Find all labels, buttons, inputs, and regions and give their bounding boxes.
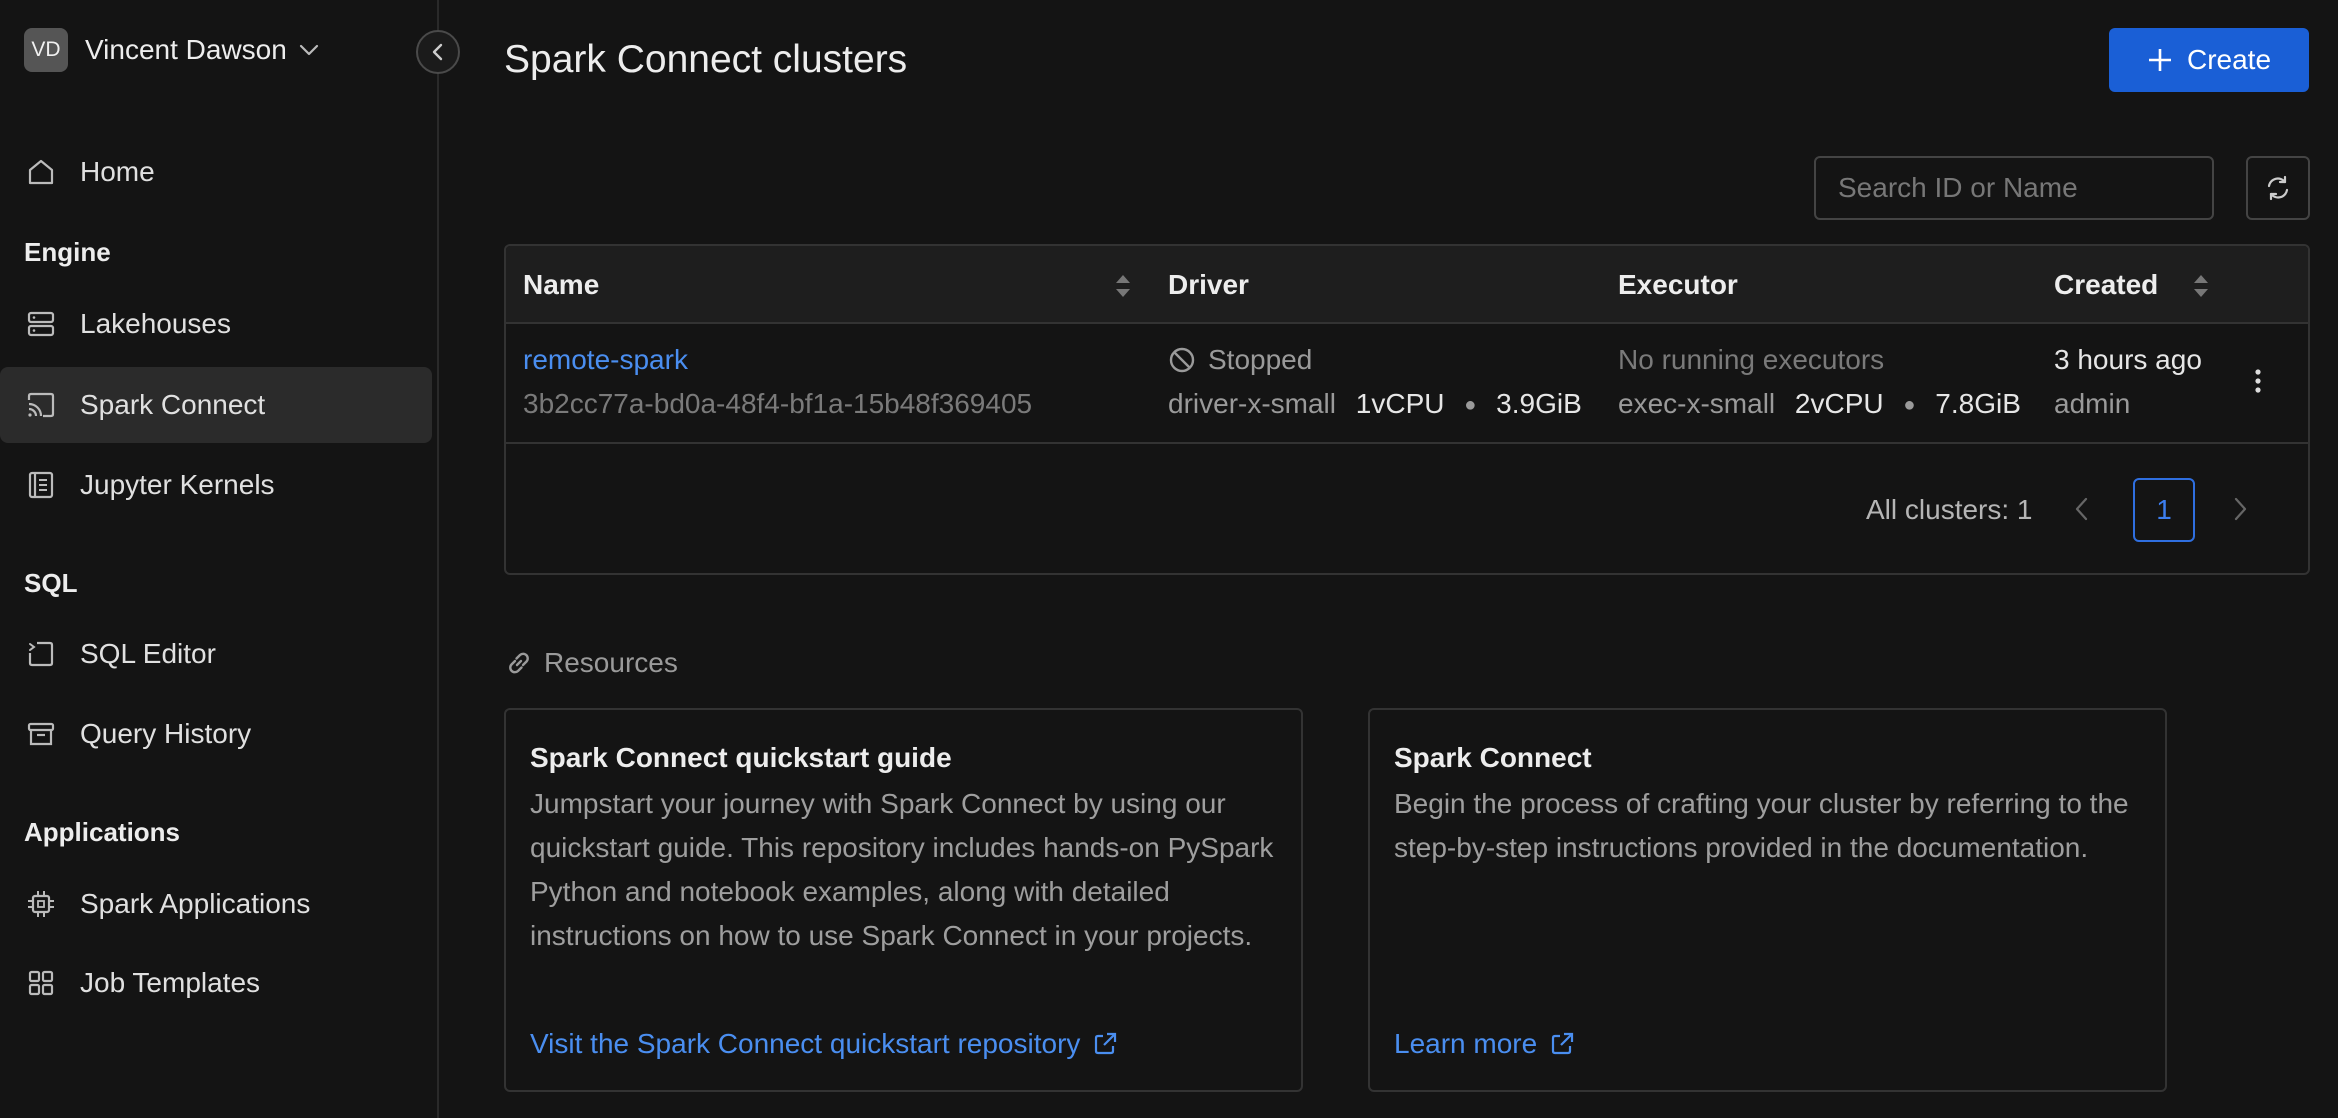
nav-section-sql: SQL bbox=[24, 568, 78, 598]
card-title: Spark Connect bbox=[1394, 742, 1592, 773]
cluster-id: 3b2cc77a-bd0a-48f4-bf1a-15b48f369405 bbox=[523, 388, 1033, 419]
cluster-name-link[interactable]: remote-spark bbox=[523, 344, 688, 376]
grid-icon bbox=[26, 968, 56, 998]
executor-memory: 7.8GiB bbox=[1935, 388, 2021, 419]
sidebar: VD Vincent Dawson Home Engine Lakehouses… bbox=[0, 0, 439, 1118]
sidebar-item-label: Lakehouses bbox=[80, 308, 232, 339]
nav-section-applications: Applications bbox=[24, 817, 181, 847]
cpu-icon bbox=[26, 889, 56, 919]
sidebar-item-lakehouses[interactable]: Lakehouses bbox=[0, 286, 432, 362]
nav-section-engine: Engine bbox=[24, 237, 111, 267]
cast-icon bbox=[26, 390, 56, 420]
chevron-left-icon[interactable] bbox=[2074, 496, 2090, 522]
chevron-right-icon[interactable] bbox=[2232, 496, 2248, 522]
sidebar-item-spark-connect[interactable]: Spark Connect bbox=[0, 367, 432, 443]
archive-icon bbox=[26, 719, 56, 749]
column-header-executor: Executor bbox=[1618, 269, 1738, 300]
sidebar-item-label: Spark Connect bbox=[80, 389, 266, 420]
ban-icon bbox=[1168, 346, 1196, 374]
executor-spec: exec-x-small 2vCPU ● 7.8GiB bbox=[1618, 388, 2021, 420]
sidebar-item-label: Jupyter Kernels bbox=[80, 469, 275, 500]
separator-dot: ● bbox=[1903, 394, 1916, 417]
pagination-total: All clusters: 1 bbox=[1866, 494, 2033, 525]
table-row: remote-spark 3b2cc77a-bd0a-48f4-bf1a-15b… bbox=[506, 324, 2308, 444]
table-header: Name Driver Executor Created bbox=[506, 246, 2308, 324]
card-title: Spark Connect quickstart guide bbox=[530, 742, 952, 773]
driver-cpu: 1vCPU bbox=[1355, 388, 1445, 419]
card-description: Jumpstart your journey with Spark Connec… bbox=[530, 788, 1274, 951]
driver-memory: 3.9GiB bbox=[1496, 388, 1582, 419]
separator-dot: ● bbox=[1464, 394, 1477, 417]
notebook-icon bbox=[26, 470, 56, 500]
resources-title: Resources bbox=[544, 647, 678, 678]
page-title: Spark Connect clusters bbox=[504, 38, 908, 81]
card-description: Begin the process of crafting your clust… bbox=[1394, 788, 2129, 863]
sidebar-item-query-history[interactable]: Query History bbox=[0, 696, 432, 772]
learn-more-link[interactable]: Learn more bbox=[1394, 1028, 1575, 1060]
quickstart-repository-link[interactable]: Visit the Spark Connect quickstart repos… bbox=[530, 1028, 1118, 1060]
sidebar-item-label: SQL Editor bbox=[80, 638, 216, 669]
code-file-icon bbox=[26, 639, 56, 669]
resource-card-spark-connect: Spark Connect Begin the process of craft… bbox=[1368, 708, 2167, 1092]
executor-size: exec-x-small bbox=[1618, 388, 1776, 419]
resource-card-quickstart: Spark Connect quickstart guide Jumpstart… bbox=[504, 708, 1303, 1092]
sidebar-item-jupyter-kernels[interactable]: Jupyter Kernels bbox=[0, 447, 432, 523]
refresh-button[interactable] bbox=[2246, 156, 2310, 220]
column-header-name: Name bbox=[523, 269, 600, 300]
page-number-button[interactable]: 1 bbox=[2133, 478, 2195, 542]
sidebar-item-sql-editor[interactable]: SQL Editor bbox=[0, 616, 432, 692]
create-button-label: Create bbox=[2186, 44, 2272, 75]
sidebar-item-label: Job Templates bbox=[80, 967, 261, 998]
server-icon bbox=[26, 309, 56, 339]
resources-heading: Resources bbox=[504, 646, 678, 680]
chevron-left-icon bbox=[431, 42, 445, 62]
created-time: 3 hours ago bbox=[2054, 344, 2202, 375]
sort-icon[interactable] bbox=[1114, 273, 1132, 299]
user-name: Vincent Dawson bbox=[85, 34, 287, 65]
column-header-created: Created bbox=[2054, 269, 2159, 300]
sidebar-item-home[interactable]: Home bbox=[0, 134, 432, 210]
executor-cpu: 2vCPU bbox=[1794, 388, 1884, 419]
create-button[interactable]: Create bbox=[2109, 28, 2309, 92]
sidebar-item-job-templates[interactable]: Job Templates bbox=[0, 945, 432, 1021]
status-text: Stopped bbox=[1208, 344, 1313, 375]
external-link-icon bbox=[1537, 1031, 1575, 1057]
link-icon bbox=[504, 648, 534, 678]
clusters-table: Name Driver Executor Created remote-spar… bbox=[504, 244, 2310, 575]
executor-status: No running executors bbox=[1618, 344, 1885, 375]
sidebar-item-label: Home bbox=[80, 156, 155, 187]
collapse-sidebar-button[interactable] bbox=[416, 30, 460, 74]
plus-icon bbox=[2147, 47, 2173, 73]
card-link-label: Visit the Spark Connect quickstart repos… bbox=[530, 1028, 1081, 1059]
avatar: VD bbox=[24, 28, 68, 72]
refresh-icon bbox=[2264, 174, 2292, 202]
sidebar-item-label: Spark Applications bbox=[80, 888, 311, 919]
driver-spec: driver-x-small 1vCPU ● 3.9GiB bbox=[1168, 388, 1582, 420]
sidebar-item-label: Query History bbox=[80, 718, 252, 749]
chevron-down-icon bbox=[299, 44, 319, 56]
card-link-label: Learn more bbox=[1394, 1028, 1538, 1059]
user-menu[interactable]: VD Vincent Dawson bbox=[24, 27, 319, 73]
sort-icon[interactable] bbox=[2192, 273, 2210, 299]
home-icon bbox=[26, 157, 56, 187]
sidebar-item-spark-applications[interactable]: Spark Applications bbox=[0, 866, 432, 942]
column-header-driver: Driver bbox=[1168, 269, 1249, 300]
search-input[interactable] bbox=[1814, 156, 2214, 220]
more-options-icon[interactable] bbox=[2254, 367, 2262, 395]
cluster-status: Stopped bbox=[1168, 344, 1312, 376]
driver-size: driver-x-small bbox=[1168, 388, 1336, 419]
created-by: admin bbox=[2054, 388, 2131, 419]
external-link-icon bbox=[1080, 1031, 1118, 1057]
